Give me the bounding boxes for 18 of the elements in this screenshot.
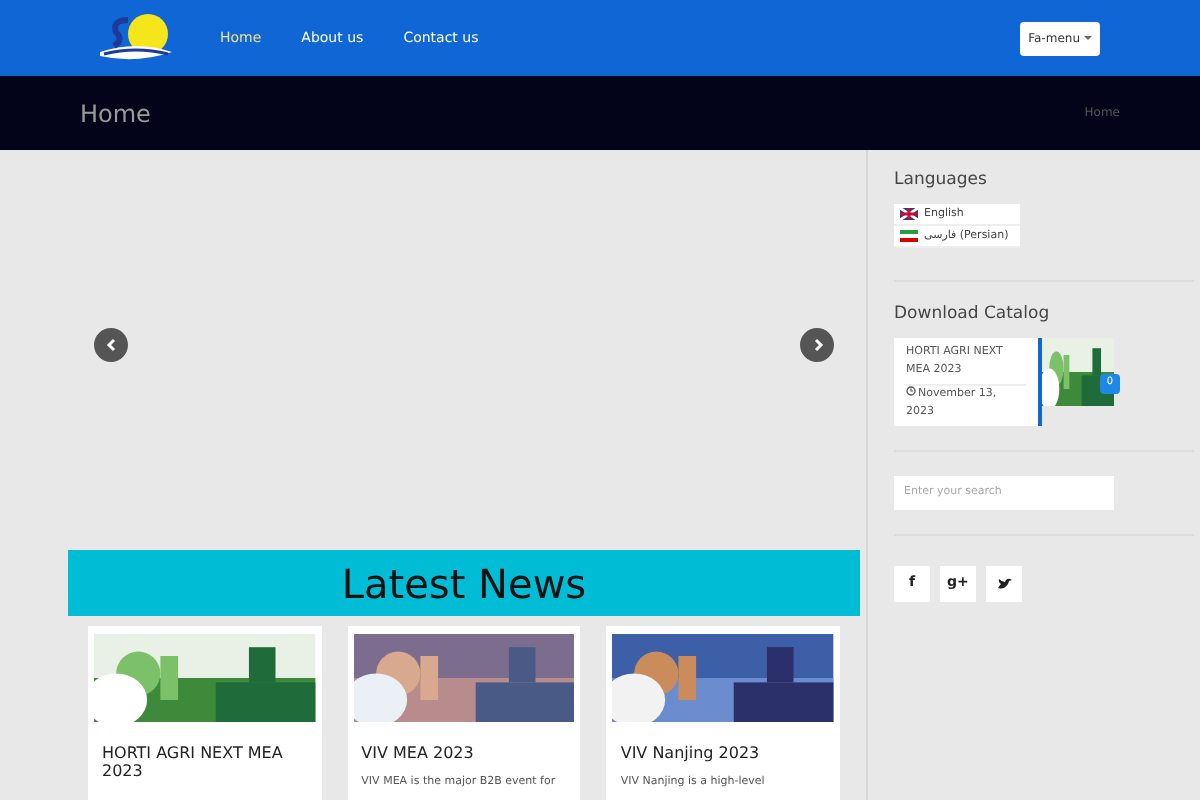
news-title: HORTI AGRI NEXT MEA 2023 <box>100 744 285 780</box>
chevron-left-icon <box>105 338 117 352</box>
section-title: Latest News <box>341 557 587 611</box>
bird-icon <box>997 577 1011 589</box>
logo-icon <box>96 12 176 64</box>
chevron-right-icon <box>811 338 823 352</box>
news-title: VIV Nanjing 2023 <box>618 744 762 762</box>
previous-button[interactable] <box>94 328 128 362</box>
caret-icon <box>1084 36 1092 40</box>
news-title: VIV MEA 2023 <box>359 744 476 762</box>
clock-icon <box>906 386 916 397</box>
page-title: Home <box>80 97 151 131</box>
flag-icon <box>900 229 918 242</box>
news-card[interactable]: HORTI AGRI NEXT MEA 2023 <box>88 626 322 800</box>
twitter-button[interactable] <box>986 565 1022 601</box>
next-button[interactable] <box>800 328 834 362</box>
widget-title: Languages <box>894 168 989 194</box>
widget-title: Download Catalog <box>894 301 1052 327</box>
